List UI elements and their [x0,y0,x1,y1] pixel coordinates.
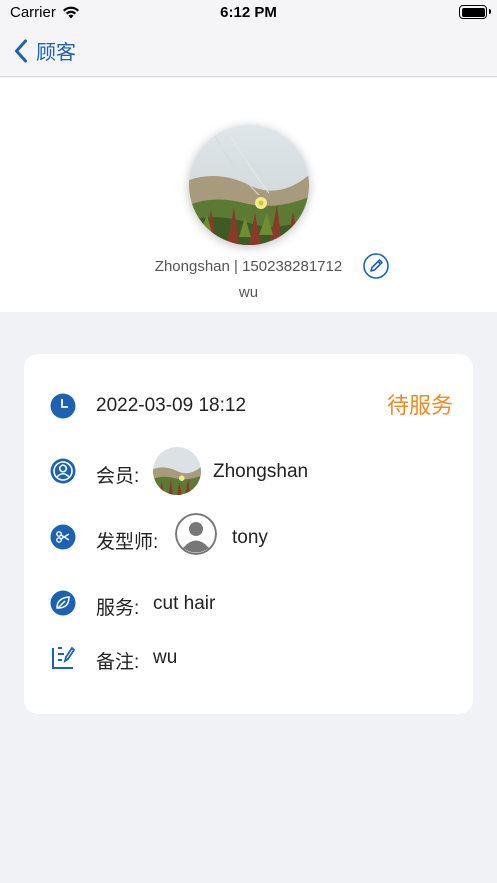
status-badge: 待服务 [386,393,453,418]
member-name: Zhongshan [213,461,309,482]
stylist-avatar[interactable] [175,513,217,555]
stylist-label: 发型师: [96,532,159,553]
appointment-datetime: 2022-03-09 18:12 [96,395,247,416]
status-bar: Carrier 6:12 PM [0,0,497,26]
appointment-card: 2022-03-09 18:12 待服务 会员: Zhongshan 发型师: … [24,354,473,714]
scissors-icon [50,524,76,550]
stylist-name: tony [232,527,268,548]
remark-value: wu [153,647,178,668]
navigation-bar: 顾客 [0,26,497,77]
clock-icon [50,393,76,419]
customer-note: wu [238,284,259,301]
member-avatar[interactable] [153,447,201,495]
note-icon [52,646,76,669]
default-avatar-icon [175,513,217,555]
remark-label: 备注: [96,652,140,673]
battery-icon [459,5,491,19]
leaf-icon [50,590,76,616]
clock-time: 6:12 PM [220,4,277,21]
customer-profile: Zhongshan | 150238281712 wu [0,78,497,312]
member-avatar-photo [153,447,201,495]
chevron-left-icon [15,39,27,62]
user-icon [50,458,76,484]
avatar-photo [189,125,309,245]
customer-avatar [189,125,309,245]
service-label: 服务: [96,598,140,619]
service-value: cut hair [153,593,216,614]
edit-icon [363,253,389,279]
back-label: 顾客 [36,42,76,64]
edit-button[interactable] [363,253,389,279]
member-label: 会员: [96,466,140,487]
customer-info: Zhongshan | 150238281712 [154,258,343,275]
back-button[interactable]: 顾客 [14,36,76,65]
